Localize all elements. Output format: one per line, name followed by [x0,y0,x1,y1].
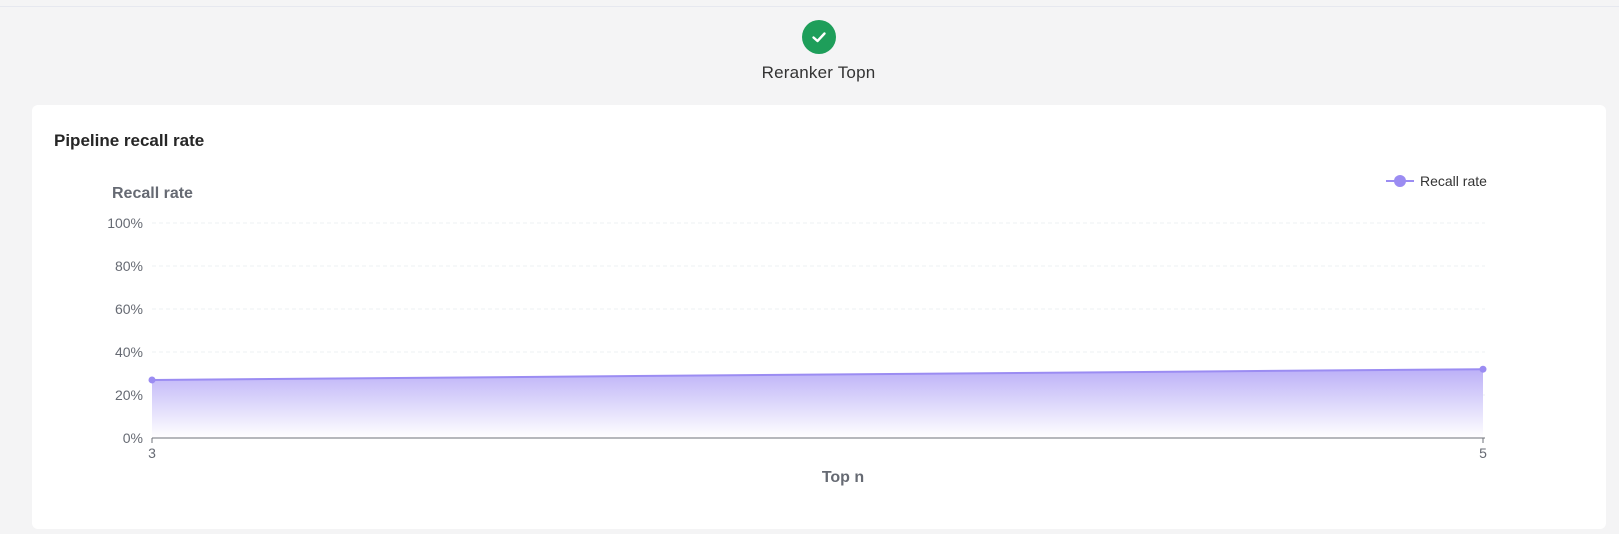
legend[interactable]: Recall rate [1386,173,1487,189]
y-tick-label: 40% [115,344,143,360]
y-tick-label: 20% [115,387,143,403]
recall-chart: 0%20%40%60%80%100% 35 Recall rate Top n … [107,173,1487,486]
y-tick-label: 100% [107,215,143,231]
top-border [0,0,1619,7]
x-tick-label: 5 [1479,445,1487,461]
y-axis-title: Recall rate [112,185,193,202]
y-tick-label: 60% [115,301,143,317]
data-point[interactable] [148,376,156,384]
chart-card: Pipeline recall rate 0% 20% 40% 60% 80% 100% … [32,105,1606,529]
grid-lines [152,222,1485,396]
step-label: Reranker Topn [761,63,876,82]
y-tick-label: 0% [123,430,143,446]
check-icon [801,20,836,54]
x-ticks: 35 [148,438,1487,461]
x-axis-title: Top n [822,469,864,486]
x-tick-label: 3 [148,445,156,461]
legend-marker [1394,175,1406,187]
y-tick-labels: 0% 20% 40% 60% 80% 100% [107,215,143,446]
step-indicator: Reranker Topn [0,20,1619,83]
series-area [152,369,1483,438]
y-tick-label: 80% [115,258,143,274]
data-point[interactable] [1479,365,1487,373]
legend-label: Recall rate [1420,173,1487,189]
